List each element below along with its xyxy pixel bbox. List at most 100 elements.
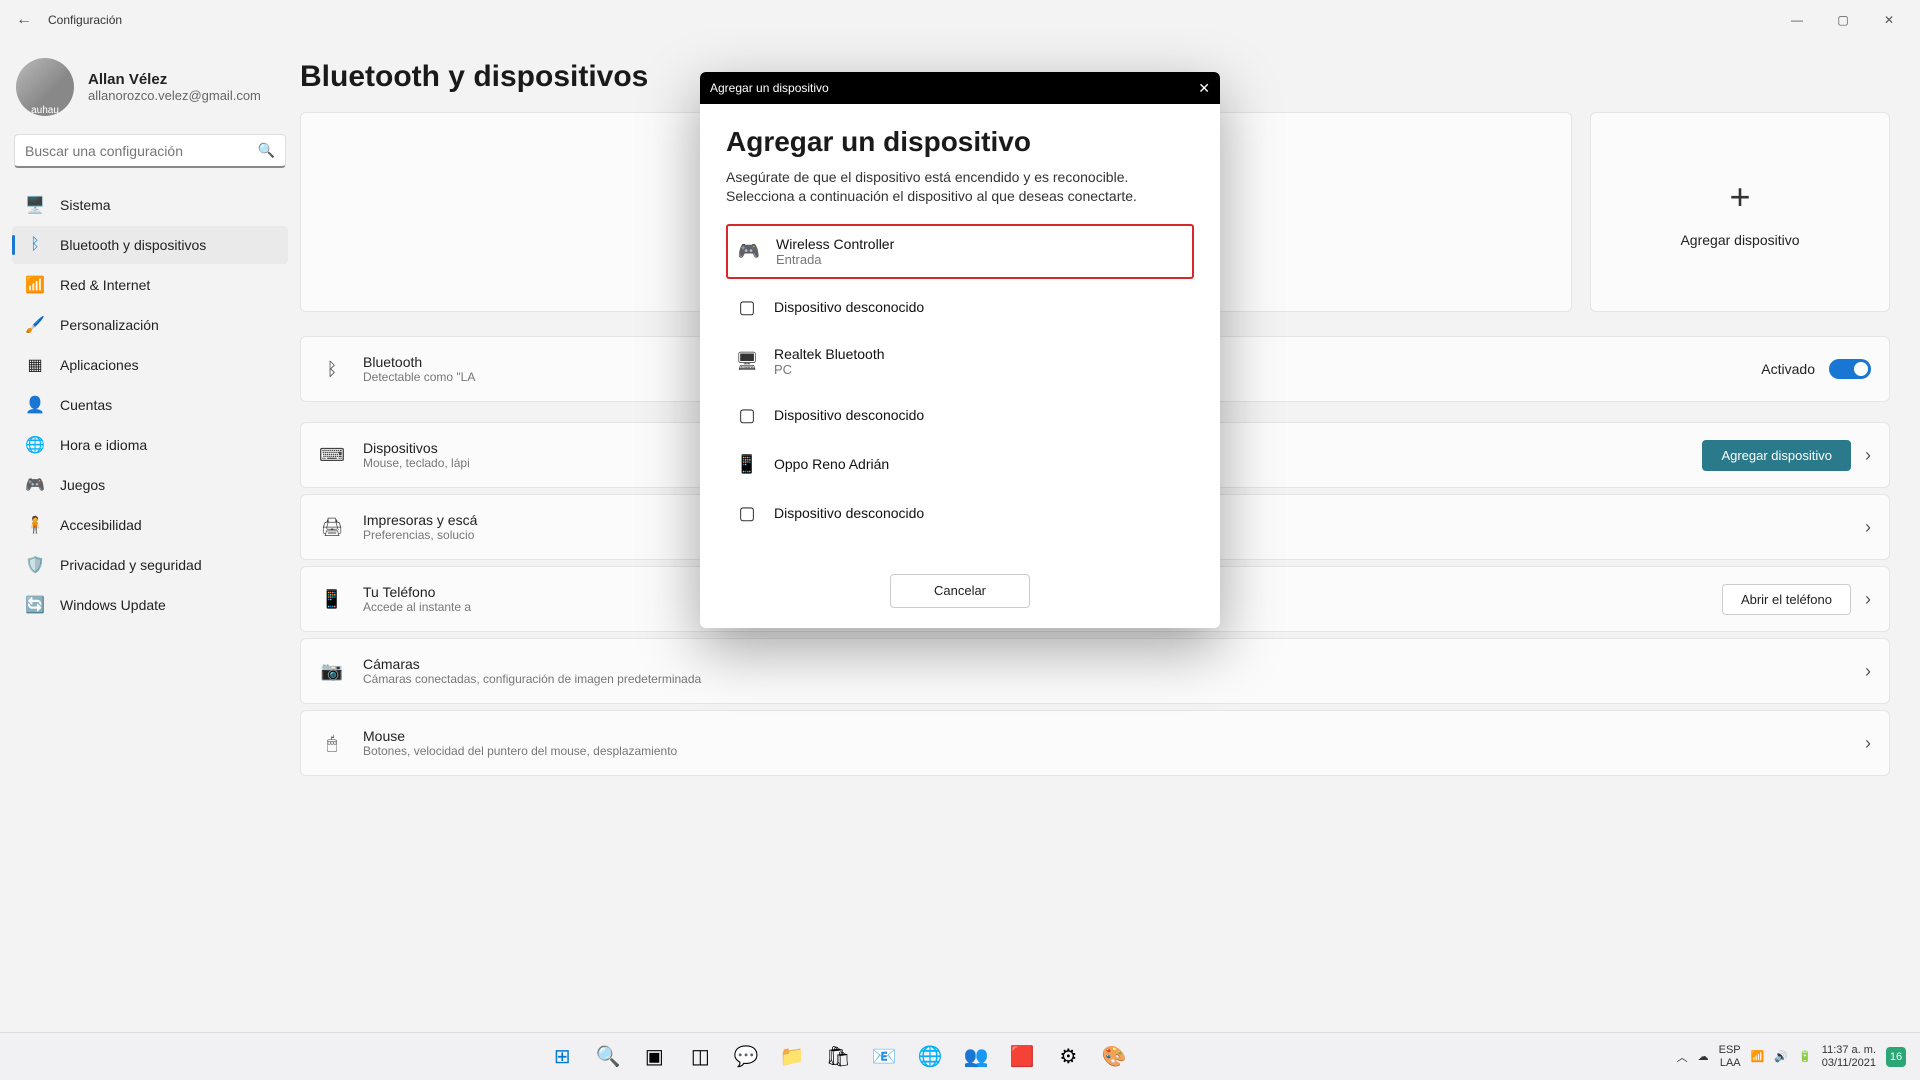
add-device-card[interactable]: + Agregar dispositivo: [1590, 112, 1890, 312]
app-button-1[interactable]: 🟥: [1002, 1037, 1042, 1077]
device-type-icon: 🖥: [734, 351, 760, 372]
teams-button[interactable]: 👥: [956, 1037, 996, 1077]
add-device-label: Agregar dispositivo: [1680, 232, 1799, 248]
mouse-icon: 🖱: [319, 733, 345, 754]
sidebar-item-8[interactable]: 🧍Accesibilidad: [12, 506, 288, 544]
device-title: Oppo Reno Adrián: [774, 456, 889, 472]
sidebar-item-3[interactable]: 🖌️Personalización: [12, 306, 288, 344]
sidebar-item-label: Aplicaciones: [60, 357, 139, 373]
sidebar-item-1[interactable]: ᛒBluetooth y dispositivos: [12, 226, 288, 264]
sidebar-item-icon: 🛡️: [24, 555, 46, 575]
language-indicator[interactable]: ESP LAA: [1719, 1044, 1741, 1068]
sidebar-item-label: Privacidad y seguridad: [60, 557, 202, 573]
sidebar-item-label: Cuentas: [60, 397, 112, 413]
sidebar-item-2[interactable]: 📶Red & Internet: [12, 266, 288, 304]
sidebar-item-9[interactable]: 🛡️ Privacidad y seguridad: [12, 546, 288, 584]
bluetooth-toggle[interactable]: [1829, 359, 1871, 379]
search-input[interactable]: [25, 143, 258, 159]
settings-button[interactable]: ⚙: [1048, 1037, 1088, 1077]
close-window-button[interactable]: ✕: [1866, 4, 1912, 36]
sidebar-item-label: Red & Internet: [60, 277, 150, 293]
sidebar-item-icon: 🔄: [24, 595, 46, 615]
sidebar-item-7[interactable]: 🎮 Juegos: [12, 466, 288, 504]
widgets-button[interactable]: ◫: [680, 1037, 720, 1077]
sidebar-item-label: Windows Update: [60, 597, 166, 613]
dialog-titlebar-text: Agregar un dispositivo: [710, 81, 829, 95]
taskbar-search-button[interactable]: 🔍: [588, 1037, 628, 1077]
user-block[interactable]: auhau Allan Vélez allanorozco.velez@gmai…: [16, 58, 284, 116]
onedrive-icon[interactable]: ☁: [1698, 1050, 1709, 1063]
open-phone-button[interactable]: Abrir el teléfono: [1722, 584, 1851, 615]
smartphone-icon: 📱: [319, 589, 345, 610]
chat-button[interactable]: 💬: [726, 1037, 766, 1077]
clock[interactable]: 11:37 a. m. 03/11/2021: [1822, 1044, 1876, 1068]
sidebar-item-6[interactable]: 🌐 Hora e idioma: [12, 426, 288, 464]
store-button[interactable]: 🛍: [818, 1037, 858, 1077]
row-cameras-sub: Cámaras conectadas, configuración de ima…: [363, 672, 1865, 686]
device-type-icon: ▢: [734, 503, 760, 524]
start-button[interactable]: ⊞: [542, 1037, 582, 1077]
systray-chevron-up-icon[interactable]: ︿: [1677, 1049, 1688, 1065]
sidebar-item-icon: 🌐: [24, 435, 46, 455]
discovered-device-2[interactable]: 🖥Realtek BluetoothPC: [726, 336, 1194, 387]
back-button[interactable]: ←: [8, 4, 40, 36]
chevron-right-icon: ›: [1865, 661, 1871, 682]
sidebar-item-label: Hora e idioma: [60, 437, 147, 453]
maximize-button[interactable]: ▢: [1820, 4, 1866, 36]
window-title: Configuración: [48, 13, 122, 27]
volume-icon[interactable]: 🔊: [1774, 1050, 1788, 1063]
row-mouse-sub: Botones, velocidad del puntero del mouse…: [363, 744, 1865, 758]
discovered-device-0[interactable]: 🎮Wireless ControllerEntrada: [726, 224, 1194, 279]
sidebar-item-icon: ᛒ: [24, 236, 46, 254]
sidebar-item-icon: ▦: [24, 355, 46, 375]
row-cameras[interactable]: 📷 Cámaras Cámaras conectadas, configurac…: [300, 638, 1890, 704]
sidebar-item-label: Juegos: [60, 477, 105, 493]
sidebar-item-label: Personalización: [60, 317, 159, 333]
wifi-icon[interactable]: 📶: [1751, 1050, 1765, 1063]
device-type-icon: ▢: [734, 405, 760, 426]
bluetooth-icon: ᛒ: [319, 359, 345, 380]
taskbar: ⊞ 🔍 ▣ ◫ 💬 📁 🛍 📧 🌐 👥 🟥 ⚙ 🎨 ︿ ☁ ESP LAA 📶 …: [0, 1032, 1920, 1080]
device-type-icon: 🎮: [736, 241, 762, 262]
notification-badge[interactable]: 16: [1886, 1047, 1906, 1067]
sidebar-item-10[interactable]: 🔄 Windows Update: [12, 586, 288, 624]
sidebar-item-4[interactable]: ▦ Aplicaciones: [12, 346, 288, 384]
sidebar-item-icon: 🎮: [24, 475, 46, 495]
device-subtitle: PC: [774, 362, 885, 377]
sidebar: auhau Allan Vélez allanorozco.velez@gmai…: [0, 40, 300, 1032]
printer-icon: 🖨: [319, 517, 345, 538]
battery-icon[interactable]: 🔋: [1798, 1050, 1812, 1063]
sidebar-item-label: Sistema: [60, 197, 111, 213]
paint-button[interactable]: 🎨: [1094, 1037, 1134, 1077]
taskbar-systray: ︿ ☁ ESP LAA 📶 🔊 🔋 11:37 a. m. 03/11/2021…: [1677, 1044, 1920, 1068]
device-title: Dispositivo desconocido: [774, 407, 924, 423]
minimize-button[interactable]: —: [1774, 4, 1820, 36]
device-title: Dispositivo desconocido: [774, 505, 924, 521]
user-email: allanorozco.velez@gmail.com: [88, 88, 261, 103]
sidebar-item-label: Accesibilidad: [60, 517, 142, 533]
add-device-button[interactable]: Agregar dispositivo: [1702, 440, 1851, 471]
row-cameras-title: Cámaras: [363, 656, 1865, 672]
dialog-titlebar: Agregar un dispositivo ✕: [700, 72, 1220, 104]
chevron-right-icon: ›: [1865, 589, 1871, 610]
row-mouse[interactable]: 🖱 Mouse Botones, velocidad del puntero d…: [300, 710, 1890, 776]
dialog-close-button[interactable]: ✕: [1198, 80, 1210, 97]
discovered-device-4[interactable]: 📱 Oppo Reno Adrián: [726, 444, 1194, 485]
mail-button[interactable]: 📧: [864, 1037, 904, 1077]
device-type-icon: 📱: [734, 454, 760, 475]
sidebar-item-5[interactable]: 👤 Cuentas: [12, 386, 288, 424]
discovered-device-3[interactable]: ▢ Dispositivo desconocido: [726, 395, 1194, 436]
dialog-cancel-button[interactable]: Cancelar: [890, 574, 1030, 608]
user-name: Allan Vélez: [88, 71, 261, 88]
add-device-dialog: Agregar un dispositivo ✕ Agregar un disp…: [700, 72, 1220, 628]
device-title: Dispositivo desconocido: [774, 299, 924, 315]
explorer-button[interactable]: 📁: [772, 1037, 812, 1077]
discovered-device-5[interactable]: ▢ Dispositivo desconocido: [726, 493, 1194, 534]
sidebar-item-icon: 👤: [24, 395, 46, 415]
task-view-button[interactable]: ▣: [634, 1037, 674, 1077]
search-box[interactable]: 🔍: [14, 134, 286, 168]
search-icon: 🔍: [258, 142, 275, 159]
discovered-device-1[interactable]: ▢Dispositivo desconocido: [726, 287, 1194, 328]
sidebar-item-0[interactable]: 🖥️Sistema: [12, 186, 288, 224]
chrome-button[interactable]: 🌐: [910, 1037, 950, 1077]
